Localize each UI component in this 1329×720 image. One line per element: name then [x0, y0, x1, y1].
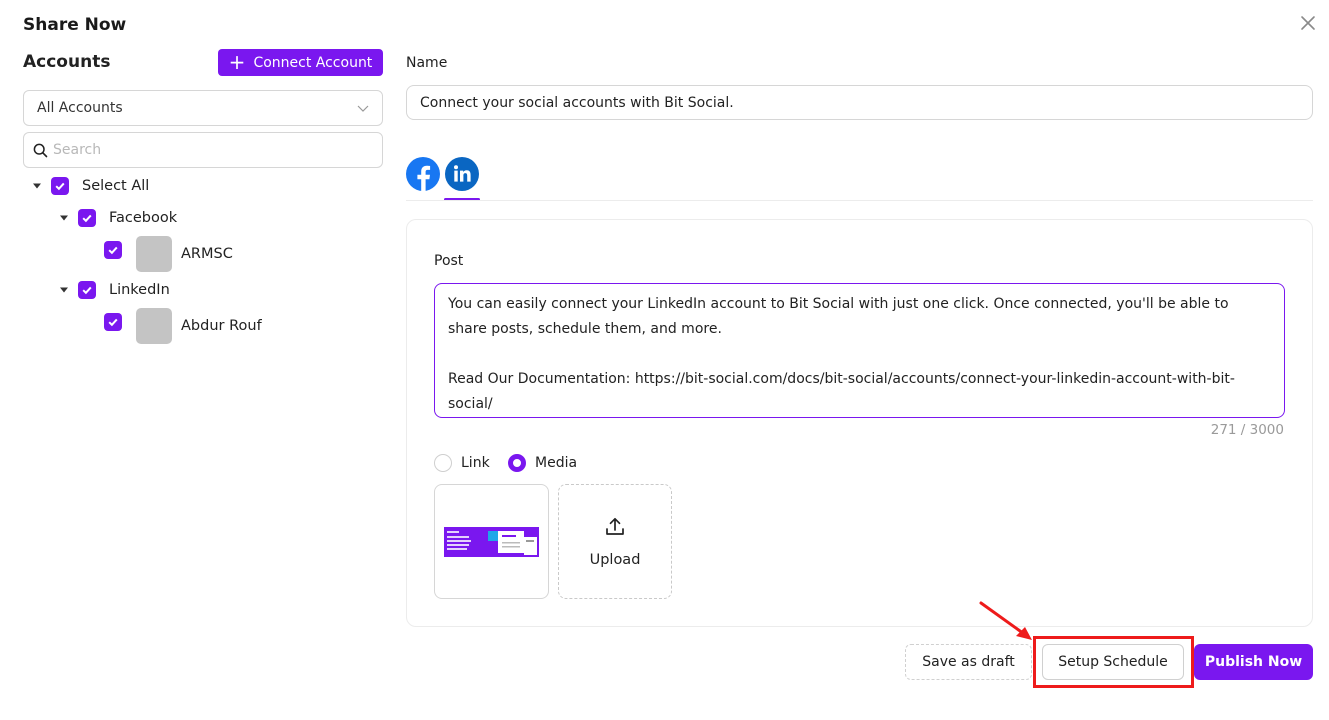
search-icon [33, 143, 48, 157]
tree-group-facebook: Facebook [59, 209, 177, 227]
connect-account-button[interactable]: + Connect Account [218, 49, 383, 76]
check-icon [108, 246, 118, 255]
name-label: Name [406, 55, 448, 71]
save-draft-button[interactable]: Save as draft [905, 644, 1032, 680]
radio-link[interactable]: Link [434, 454, 490, 472]
post-label: Post [434, 253, 464, 269]
accounts-filter-value: All Accounts [37, 100, 123, 116]
check-icon [82, 214, 92, 223]
check-icon [82, 286, 92, 295]
radio-link-button[interactable] [434, 454, 452, 472]
caret-down-icon[interactable] [59, 213, 69, 223]
select-all-checkbox[interactable] [51, 177, 69, 195]
annotation-arrow-icon [979, 601, 1032, 640]
accounts-heading: Accounts [23, 52, 111, 72]
linkedin-group-checkbox[interactable] [78, 281, 96, 299]
upload-button[interactable]: Upload [558, 484, 672, 599]
publish-now-button[interactable]: Publish Now [1194, 644, 1313, 680]
tree-row-select-all: Select All [32, 177, 149, 195]
modal-title: Share Now [23, 15, 127, 35]
tab-linkedin[interactable] [445, 157, 479, 191]
connect-account-label: Connect Account [253, 54, 373, 71]
tab-facebook[interactable] [406, 157, 440, 191]
account-search-box [23, 132, 383, 168]
radio-media-button[interactable] [508, 454, 526, 472]
facebook-group-checkbox[interactable] [78, 209, 96, 227]
linkedin-group-label: LinkedIn [109, 282, 170, 298]
tree-item-armsc: ARMSC [104, 236, 233, 272]
tree-group-linkedin: LinkedIn [59, 281, 170, 299]
avatar [136, 236, 172, 272]
check-icon [55, 182, 65, 191]
facebook-group-label: Facebook [109, 210, 178, 226]
name-input[interactable] [406, 85, 1313, 120]
close-icon[interactable] [1297, 12, 1319, 34]
armsc-checkbox[interactable] [104, 241, 122, 259]
avatar [136, 308, 172, 344]
media-preview-image [444, 526, 539, 557]
search-input[interactable] [53, 142, 353, 158]
setup-schedule-button[interactable]: Setup Schedule [1042, 644, 1184, 680]
accounts-filter-select[interactable]: All Accounts [23, 90, 383, 126]
plus-icon: + [228, 49, 246, 74]
character-count: 271 / 3000 [1210, 422, 1284, 438]
select-all-label: Select All [82, 178, 150, 194]
account-label-armsc: ARMSC [181, 246, 233, 262]
caret-down-icon[interactable] [32, 181, 42, 191]
tree-item-abdur-rouf: Abdur Rouf [104, 308, 262, 344]
abdur-rouf-checkbox[interactable] [104, 313, 122, 331]
caret-down-icon[interactable] [59, 285, 69, 295]
radio-link-label: Link [461, 455, 490, 471]
post-textarea[interactable]: You can easily connect your LinkedIn acc… [434, 283, 1285, 418]
check-icon [108, 318, 118, 327]
tabs-divider [406, 200, 1313, 201]
account-label-abdur-rouf: Abdur Rouf [181, 318, 262, 334]
chevron-down-icon [357, 105, 369, 112]
upload-label: Upload [589, 551, 641, 568]
radio-media-label: Media [535, 455, 578, 471]
upload-icon [606, 517, 624, 535]
radio-media[interactable]: Media [508, 454, 577, 472]
media-thumbnail[interactable] [434, 484, 549, 599]
